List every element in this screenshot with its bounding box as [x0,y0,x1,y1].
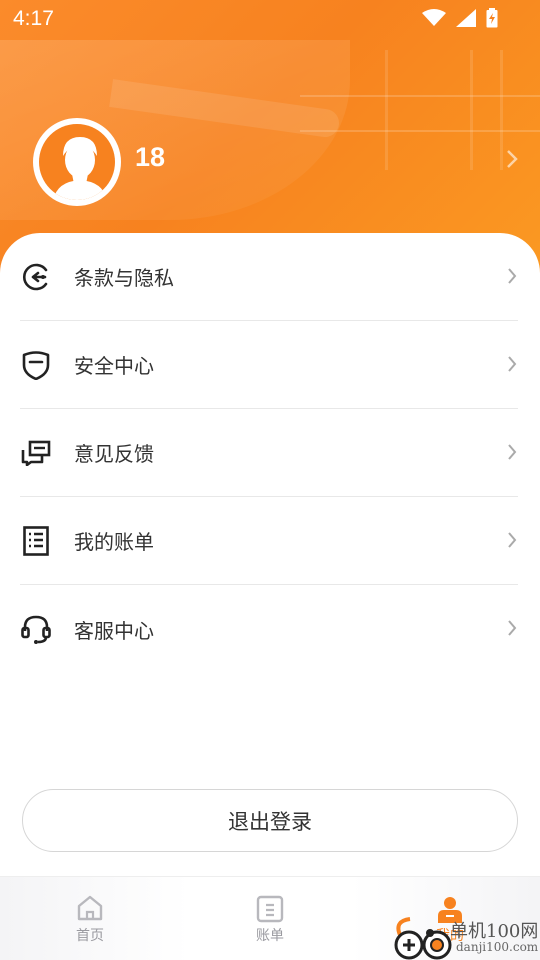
tab-bills[interactable]: 账单 [180,877,360,960]
watermark-logo [394,917,452,960]
menu-item-privacy[interactable]: 条款与隐私 [20,233,518,321]
headset-icon [20,613,52,645]
menu-item-customer-service[interactable]: 客服中心 [20,585,518,673]
tab-home[interactable]: 首页 [0,877,180,960]
menu-label-bills: 我的账单 [74,530,154,554]
tab-bills-label: 账单 [256,928,284,944]
site-watermark: 单机100网 danji100.com [390,913,540,960]
platform-line [300,95,540,97]
user-id: 18 [135,142,166,172]
feedback-icon [20,437,52,469]
menu-card: 条款与隐私 安全中心 意见反馈 我的账单 客服中心 退出登录 [0,233,540,878]
menu-item-feedback[interactable]: 意见反馈 [20,409,518,497]
menu-list: 条款与隐私 安全中心 意见反馈 我的账单 客服中心 [20,233,518,673]
wifi-icon [422,9,446,26]
status-icons [422,8,498,28]
battery-icon [486,8,498,28]
status-time: 4:17 [13,7,54,30]
menu-item-security[interactable]: 安全中心 [20,321,518,409]
privacy-icon [20,261,52,293]
chevron-right-icon [508,268,517,284]
chevron-right-icon [508,532,517,548]
home-icon [77,895,103,921]
chevron-right-icon [508,444,517,460]
default-avatar-icon [53,137,107,200]
profile-row[interactable]: 18 [33,118,518,206]
menu-label-security: 安全中心 [74,354,154,378]
bill-tab-icon [256,895,284,923]
menu-label-feedback: 意见反馈 [74,442,154,466]
avatar[interactable] [33,118,121,206]
signal-icon [456,9,476,27]
chevron-right-icon [508,620,517,636]
shield-icon [20,349,52,381]
logout-button[interactable]: 退出登录 [22,789,518,852]
bill-icon [20,525,52,557]
status-bar: 4:17 [0,0,540,36]
tab-home-label: 首页 [76,928,104,944]
watermark-subtitle: danji100.com [456,940,539,954]
menu-label-privacy: 条款与隐私 [74,266,174,290]
menu-item-bills[interactable]: 我的账单 [20,497,518,585]
chevron-right-icon [508,356,517,372]
chevron-right-icon [507,150,518,168]
menu-label-customer-service: 客服中心 [74,618,154,643]
